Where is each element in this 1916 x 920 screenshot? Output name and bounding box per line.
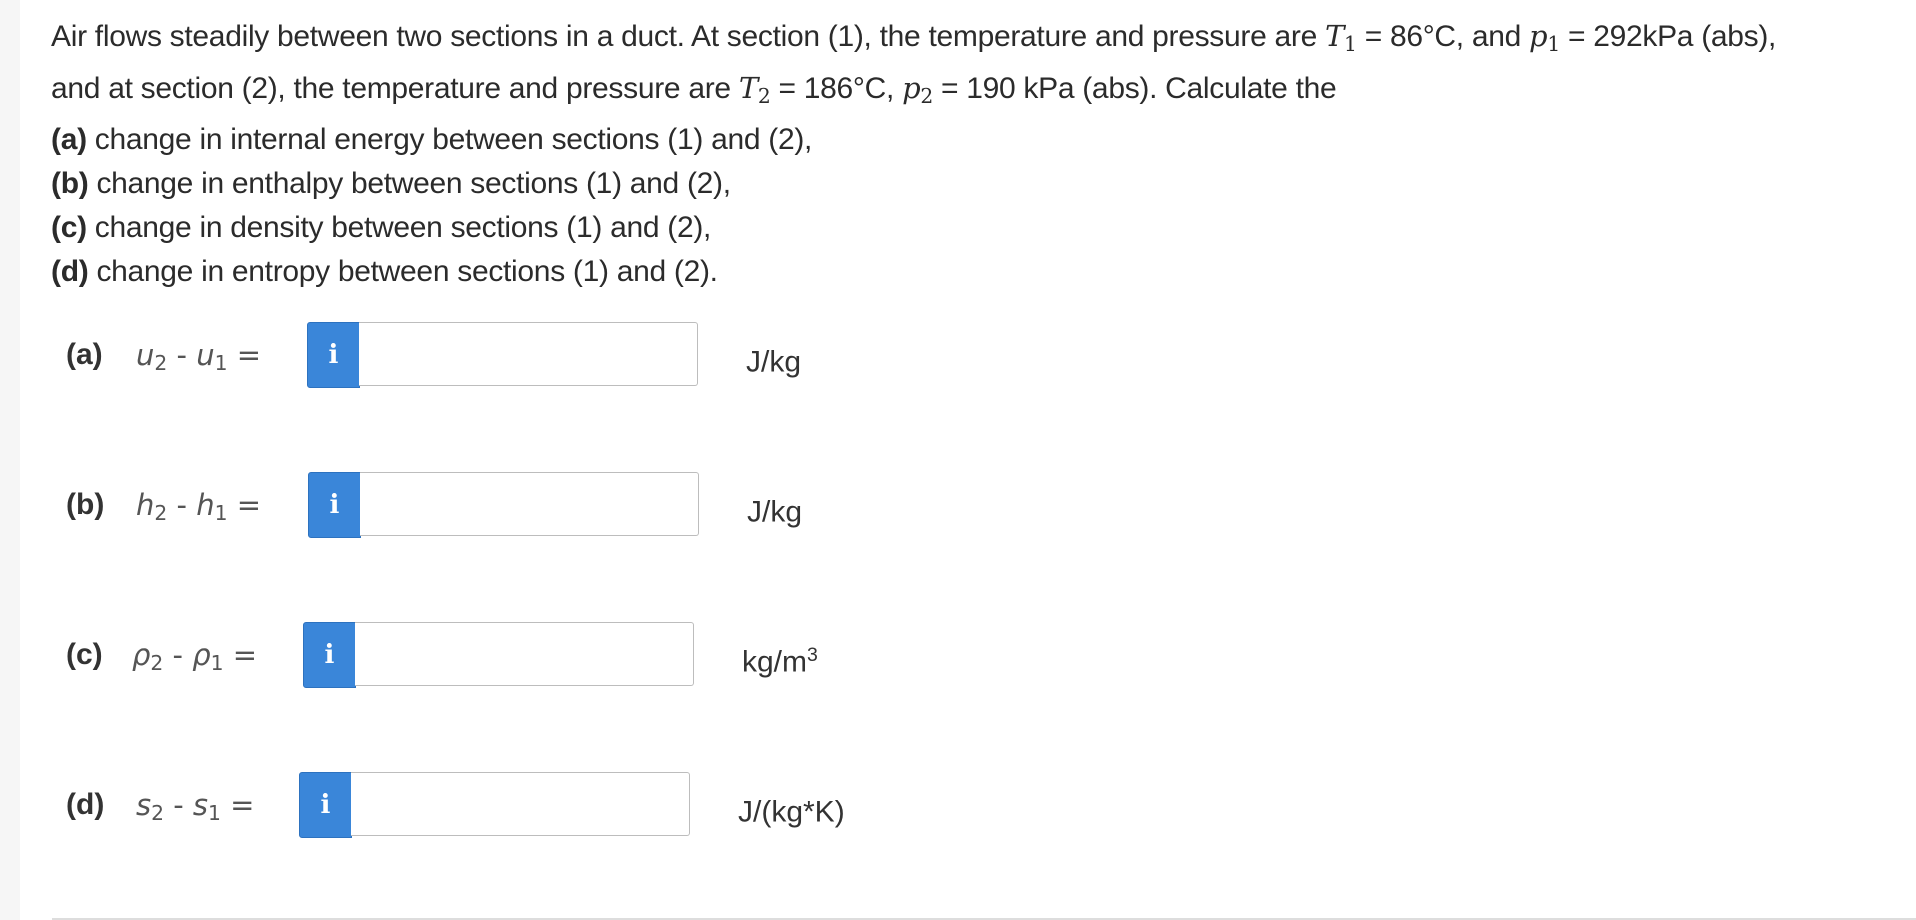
info-icon[interactable]: i <box>308 472 361 538</box>
problem-intro-text: Air flows steadily between two sections … <box>51 20 1325 53</box>
answer-expression-b: h2 - h1 = <box>136 488 262 526</box>
problem-section2-text: and at section (2), the temperature and … <box>51 72 739 106</box>
problem-statement: Air flows steadily between two sections … <box>51 14 1901 294</box>
part-item-c: (c) change in density between sections (… <box>51 211 712 245</box>
answer-input-d[interactable] <box>351 772 690 836</box>
answer-input-c[interactable] <box>355 622 694 686</box>
answer-row-d: (d) s2 - s1 = i J/(kg*K) <box>66 772 966 838</box>
p1-value: = 292kPa (abs), <box>1559 20 1777 53</box>
T2-symbol: T2 <box>738 71 771 109</box>
answer-input-b[interactable] <box>360 472 699 536</box>
unit-a: J/kg <box>746 345 802 379</box>
answer-input-a[interactable] <box>359 322 698 386</box>
info-icon[interactable]: i <box>303 622 356 688</box>
info-icon[interactable]: i <box>307 322 360 388</box>
answer-expression-a: u2 - u1 = <box>136 338 262 376</box>
T1-value: = 86°C, and <box>1356 20 1530 53</box>
answer-label-b: (b) <box>66 488 105 521</box>
answer-label-a: (a) <box>66 338 103 371</box>
problem-line-2: and at section (2), the temperature and … <box>51 66 1901 118</box>
p1-symbol: p1 <box>1529 19 1560 57</box>
T1-symbol: T1 <box>1325 19 1357 57</box>
part-item-d: (d) change in entropy between sections (… <box>51 255 718 289</box>
answer-label-c: (c) <box>66 638 103 671</box>
unit-c: kg/m3 <box>742 644 818 679</box>
unit-d: J/(kg*K) <box>738 795 845 829</box>
p2-value: = 190 kPa (abs). Calculate the <box>932 72 1337 106</box>
answer-expression-c: ρ2 - ρ1 = <box>132 638 258 676</box>
part-item-a: (a) change in internal energy between se… <box>51 123 813 157</box>
p2-symbol: p2 <box>902 71 933 109</box>
problem-line-1: Air flows steadily between two sections … <box>51 14 1901 66</box>
answer-row-b: (b) h2 - h1 = i J/kg <box>66 472 966 538</box>
question-page: Air flows steadily between two sections … <box>20 0 1916 920</box>
answer-expression-d: s2 - s1 = <box>136 788 255 826</box>
answer-label-d: (d) <box>66 788 105 821</box>
T2-value: = 186°C, <box>770 72 903 106</box>
answer-row-c: (c) ρ2 - ρ1 = i kg/m3 <box>66 622 966 688</box>
info-icon[interactable]: i <box>299 772 352 838</box>
answer-row-a: (a) u2 - u1 = i J/kg <box>66 322 966 388</box>
unit-b: J/kg <box>747 495 803 529</box>
part-item-b: (b) change in enthalpy between sections … <box>51 167 731 201</box>
